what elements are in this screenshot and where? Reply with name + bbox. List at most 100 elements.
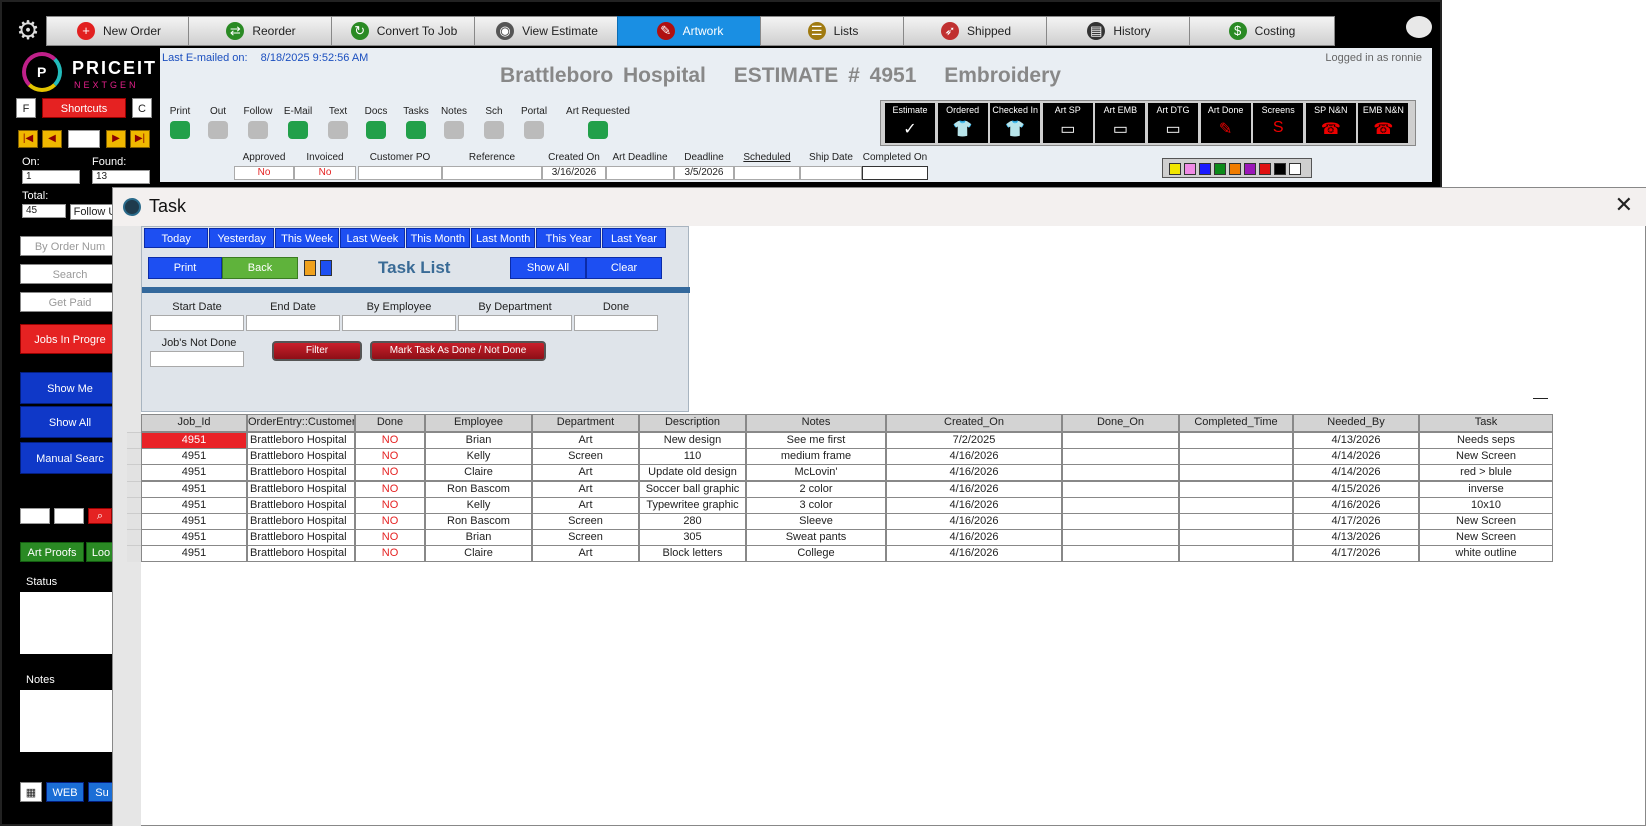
cell-done-on[interactable] (1062, 545, 1179, 563)
blue-swatch-icon[interactable] (320, 260, 332, 276)
cell-created-on[interactable]: 4/16/2026 (886, 496, 1062, 514)
header-text-action[interactable]: Text (318, 106, 358, 139)
cell-done[interactable]: NO (355, 480, 425, 498)
notes-area[interactable] (20, 690, 116, 752)
stage-ordered[interactable]: Ordered 👕 (937, 103, 988, 143)
cell-notes[interactable]: See me first (746, 432, 886, 449)
field-completed-on-value[interactable] (862, 166, 928, 180)
color-swatch[interactable] (1274, 163, 1286, 175)
table-row[interactable]: 4951 Brattleboro Hospital NO Kelly Art Typewr… (113, 496, 1553, 514)
cell-task[interactable]: 10x10 (1419, 496, 1553, 514)
cell-needed-by[interactable]: 4/14/2026 (1293, 464, 1419, 482)
art-proofs-button[interactable]: Art Proofs (20, 542, 84, 562)
cell-completed-time[interactable] (1179, 496, 1293, 514)
field-scheduled-value[interactable] (734, 166, 800, 180)
stage-screens[interactable]: Screens S (1253, 103, 1304, 143)
cell-needed-by[interactable]: 4/17/2026 (1293, 513, 1419, 530)
orange-swatch-icon[interactable] (304, 260, 316, 276)
cell-description[interactable]: 280 (639, 513, 746, 530)
next-record-icon[interactable]: ▶ (106, 130, 126, 148)
cell-needed-by[interactable]: 4/15/2026 (1293, 480, 1419, 498)
tab-last-month[interactable]: Last Month (471, 228, 536, 248)
manual-search-button[interactable]: Manual Searc (20, 442, 120, 474)
cell-completed-time[interactable] (1179, 432, 1293, 449)
header-out-action[interactable]: Out (198, 106, 238, 139)
on-field[interactable]: 1 (22, 170, 80, 184)
cell-task[interactable]: red > blule (1419, 464, 1553, 482)
tab-last-week[interactable]: Last Week (340, 228, 405, 248)
cell-job-id[interactable]: 4951 (141, 545, 247, 563)
back-button[interactable]: Back (222, 257, 298, 279)
cell-task[interactable]: white outline (1419, 545, 1553, 563)
small-field-2[interactable] (54, 508, 84, 524)
cell-description[interactable]: 305 (639, 529, 746, 547)
color-swatch[interactable] (1169, 163, 1181, 175)
cell-department[interactable]: Art (532, 480, 639, 498)
get-paid-input[interactable]: Get Paid (20, 292, 120, 312)
by-order-number-input[interactable]: By Order Num (20, 236, 120, 256)
column-header-done-on[interactable]: Done_On (1062, 414, 1179, 432)
by-employee-input[interactable] (342, 315, 456, 331)
tab-yesterday[interactable]: Yesterday (209, 228, 274, 248)
column-header-created-on[interactable]: Created_On (886, 414, 1062, 432)
field-ship-date-value[interactable] (800, 166, 862, 180)
cell-customer[interactable]: Brattleboro Hospital (247, 432, 355, 449)
first-record-icon[interactable]: |◀ (18, 130, 38, 148)
status-area[interactable] (20, 592, 116, 654)
cell-done-on[interactable] (1062, 480, 1179, 498)
cell-done[interactable]: NO (355, 513, 425, 530)
column-header-job-id[interactable]: Job_Id (141, 414, 247, 432)
toolbar-shipped-button[interactable]: ➶ Shipped (903, 16, 1049, 46)
toolbar-costing-button[interactable]: $ Costing (1189, 16, 1335, 46)
cell-task[interactable]: Needs seps (1419, 432, 1553, 449)
cell-employee[interactable]: Ron Bascom (425, 480, 532, 498)
cell-created-on[interactable]: 4/16/2026 (886, 513, 1062, 530)
by-department-input[interactable] (458, 315, 572, 331)
toolbar-view-estimate-button[interactable]: ◉ View Estimate (474, 16, 620, 46)
task-window-titlebar[interactable]: Task ✕ (113, 188, 1646, 226)
cell-description[interactable]: Block letters (639, 545, 746, 563)
cell-task[interactable]: inverse (1419, 480, 1553, 498)
column-header-customer[interactable]: OrderEntry::Customer (247, 414, 355, 432)
cell-completed-time[interactable] (1179, 529, 1293, 547)
show-me-button[interactable]: Show Me (20, 372, 120, 404)
table-row[interactable]: 4951 Brattleboro Hospital NO Ron Bascom Art S… (113, 480, 1553, 498)
cell-done-on[interactable] (1062, 513, 1179, 530)
table-row[interactable]: 4951 Brattleboro Hospital NO Ron Bascom Scre… (113, 513, 1553, 530)
cell-description[interactable]: Soccer ball graphic (639, 480, 746, 498)
cell-employee[interactable]: Kelly (425, 448, 532, 466)
column-header-description[interactable]: Description (639, 414, 746, 432)
c-button[interactable]: C (132, 98, 152, 118)
tab-this-year[interactable]: This Year (536, 228, 601, 248)
cell-needed-by[interactable]: 4/16/2026 (1293, 496, 1419, 514)
toolbar-new-order-button[interactable]: + New Order (46, 16, 192, 46)
cell-done[interactable]: NO (355, 464, 425, 482)
column-header-needed-by[interactable]: Needed_By (1293, 414, 1419, 432)
toolbar-lists-button[interactable]: ☰ Lists (760, 16, 906, 46)
cell-employee[interactable]: Brian (425, 432, 532, 449)
show-all-button[interactable]: Show All (20, 406, 120, 438)
header-art-requested-action[interactable]: Art Requested (566, 106, 630, 139)
cell-customer[interactable]: Brattleboro Hospital (247, 448, 355, 466)
column-header-task[interactable]: Task (1419, 414, 1553, 432)
cell-employee[interactable]: Claire (425, 545, 532, 563)
cell-done[interactable]: NO (355, 545, 425, 563)
cell-job-id[interactable]: 4951 (141, 432, 247, 449)
column-header-department[interactable]: Department (532, 414, 639, 432)
cell-employee[interactable]: Kelly (425, 496, 532, 514)
color-swatch[interactable] (1229, 163, 1241, 175)
cell-department[interactable]: Art (532, 496, 639, 514)
field-customer-po-value[interactable] (358, 166, 442, 180)
table-row[interactable]: 4951 Brattleboro Hospital NO Brian Screen 305… (113, 529, 1553, 547)
table-row[interactable]: 4951 Brattleboro Hospital NO Kelly Screen 110… (113, 448, 1553, 466)
end-date-input[interactable] (246, 315, 340, 331)
header-sch-action[interactable]: Sch (474, 106, 514, 139)
color-swatch[interactable] (1259, 163, 1271, 175)
small-field-1[interactable] (20, 508, 50, 524)
cell-task[interactable]: New Screen (1419, 448, 1553, 466)
column-header-done[interactable]: Done (355, 414, 425, 432)
cell-done-on[interactable] (1062, 529, 1179, 547)
cell-description[interactable]: Typewritee graphic (639, 496, 746, 514)
header-follow-action[interactable]: Follow (238, 106, 278, 139)
cell-description[interactable]: 110 (639, 448, 746, 466)
